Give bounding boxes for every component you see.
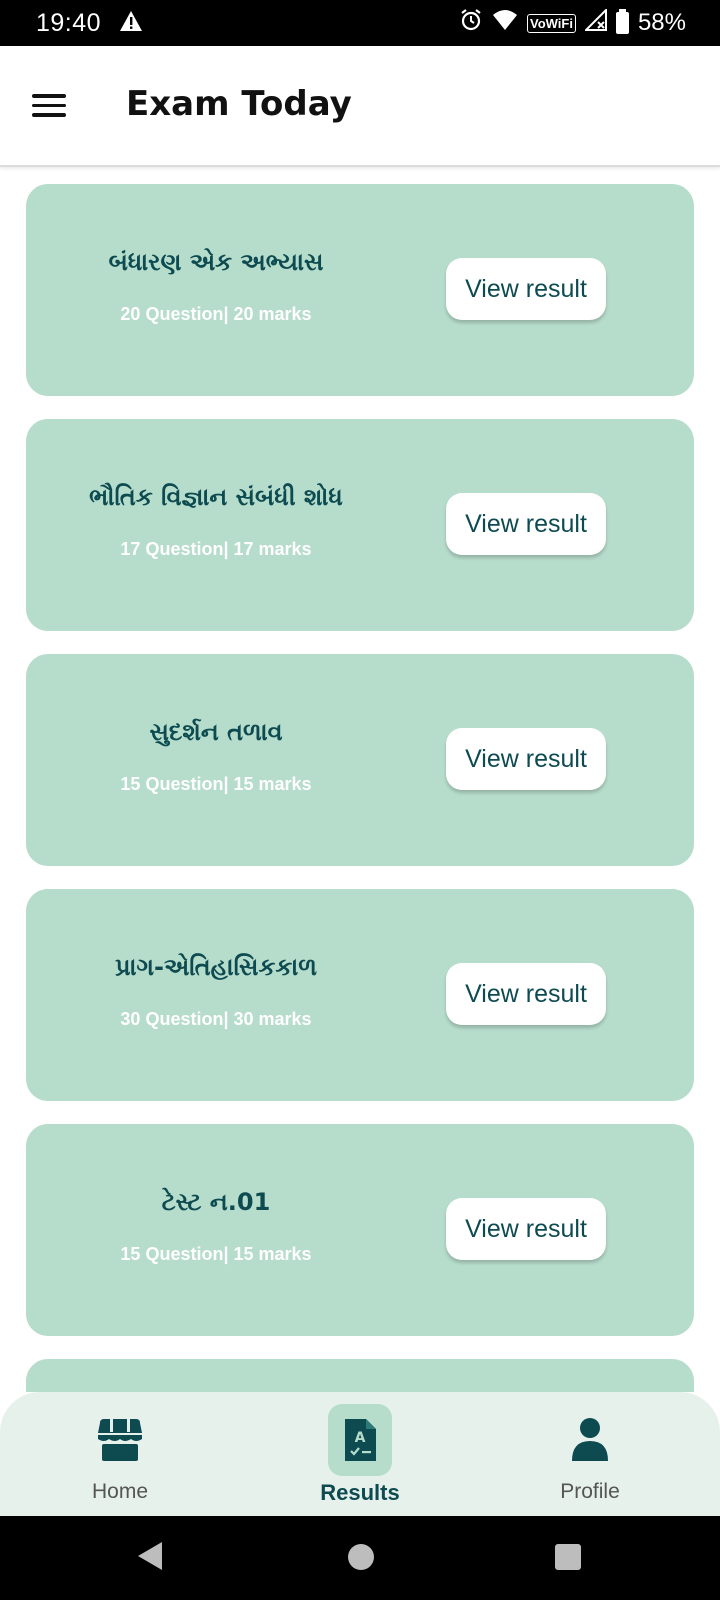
result-title: બંધારણ એક અભ્યાસ bbox=[108, 248, 324, 276]
view-result-button[interactable]: View result bbox=[446, 493, 606, 555]
alarm-icon bbox=[459, 8, 483, 39]
result-card-info: બંધારણ એક અભ્યાસ 20 Question| 20 marks bbox=[26, 184, 406, 396]
results-list[interactable]: બંધારણ એક અભ્યાસ 20 Question| 20 marks V… bbox=[0, 168, 720, 1392]
bottom-navigation: Home A Results Profile bbox=[0, 1392, 720, 1516]
result-card: ટેસ્ટ ન.01 15 Question| 15 marks View re… bbox=[26, 1124, 694, 1336]
result-card-info: ટેસ્ટ ન.01 15 Question| 15 marks bbox=[26, 1124, 406, 1336]
recent-apps-icon[interactable] bbox=[555, 1544, 581, 1570]
nav-item-home[interactable]: Home bbox=[20, 1392, 220, 1516]
result-card: પ્રાગ-એતિહાસિકકાળ 30 Question| 30 marks … bbox=[26, 889, 694, 1101]
status-right: VoWiFi 58% bbox=[459, 7, 686, 39]
svg-text:A: A bbox=[355, 1430, 366, 1446]
system-navigation-bar bbox=[0, 1516, 720, 1600]
nav-label-results: Results bbox=[320, 1480, 400, 1505]
result-meta: 17 Question| 17 marks bbox=[120, 539, 312, 559]
page-title: Exam Today bbox=[126, 84, 352, 124]
result-card-info: સુદર્શન તળાવ 15 Question| 15 marks bbox=[26, 654, 406, 866]
view-result-button[interactable]: View result bbox=[446, 728, 606, 790]
battery-percent: 58% bbox=[637, 9, 686, 36]
profile-person-icon bbox=[558, 1404, 622, 1476]
result-meta: 30 Question| 30 marks bbox=[120, 1009, 312, 1029]
status-bar: 19:40 VoWiFi 58% bbox=[0, 0, 720, 46]
view-result-button[interactable]: View result bbox=[446, 963, 606, 1025]
home-circle-icon[interactable] bbox=[348, 1544, 374, 1570]
result-title: પ્રાગ-એતિહાસિકકાળ bbox=[115, 953, 317, 981]
results-document-icon: A bbox=[328, 1404, 392, 1476]
nav-label-home: Home bbox=[91, 1480, 149, 1503]
signal-icon bbox=[583, 7, 607, 38]
nav-item-results[interactable]: A Results bbox=[260, 1392, 460, 1516]
hamburger-menu-icon[interactable] bbox=[32, 94, 66, 120]
nav-label-profile: Profile bbox=[560, 1480, 620, 1503]
view-result-button[interactable]: View result bbox=[446, 258, 606, 320]
result-title: સુદર્શન તળાવ bbox=[149, 718, 283, 746]
result-card: ભૌતિક વિજ્ઞાન સંબંધી શોધ 17 Question| 17… bbox=[26, 419, 694, 631]
result-card: સુદર્શન તળાવ 15 Question| 15 marks View … bbox=[26, 654, 694, 866]
home-store-icon bbox=[88, 1404, 152, 1476]
result-meta: 15 Question| 15 marks bbox=[120, 1244, 312, 1264]
result-card: બંધારણ એક અભ્યાસ 20 Question| 20 marks V… bbox=[26, 184, 694, 396]
result-card-partial bbox=[26, 1359, 694, 1392]
status-left: 19:40 bbox=[36, 9, 143, 38]
vowifi-badge: VoWiFi bbox=[526, 13, 576, 33]
view-result-button[interactable]: View result bbox=[446, 1198, 606, 1260]
status-time: 19:40 bbox=[36, 8, 102, 37]
wifi-icon bbox=[492, 9, 518, 38]
back-icon[interactable] bbox=[138, 1542, 162, 1570]
warning-icon bbox=[119, 10, 143, 37]
result-title: ટેસ્ટ ન.01 bbox=[161, 1188, 271, 1216]
nav-item-profile[interactable]: Profile bbox=[490, 1392, 690, 1516]
result-card-info: પ્રાગ-એતિહાસિકકાળ 30 Question| 30 marks bbox=[26, 889, 406, 1101]
result-meta: 20 Question| 20 marks bbox=[120, 304, 312, 324]
result-meta: 15 Question| 15 marks bbox=[120, 774, 312, 794]
result-card-info: ભૌતિક વિજ્ઞાન સંબંધી શોધ 17 Question| 17… bbox=[26, 419, 406, 631]
result-title: ભૌતિક વિજ્ઞાન સંબંધી શોધ bbox=[89, 483, 343, 511]
battery-icon bbox=[615, 9, 629, 34]
app-bar: Exam Today bbox=[0, 46, 720, 167]
